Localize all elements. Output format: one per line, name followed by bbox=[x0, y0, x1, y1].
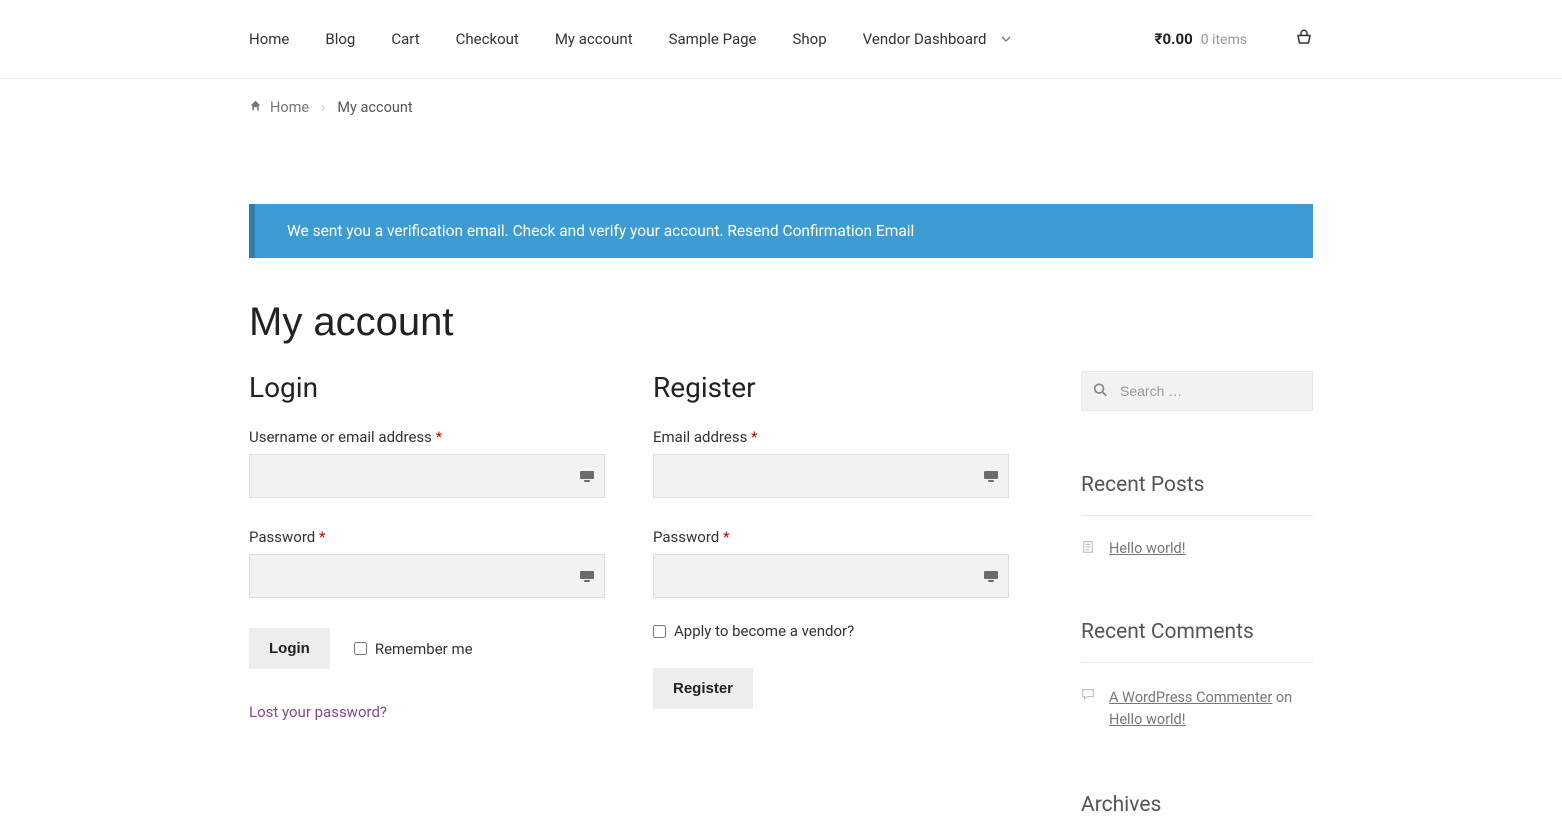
nav-blog[interactable]: Blog bbox=[325, 30, 355, 48]
cart-item-count: 0 items bbox=[1201, 32, 1247, 48]
register-button[interactable]: Register bbox=[653, 668, 753, 709]
page-title: My account bbox=[249, 300, 1313, 345]
nav-shop[interactable]: Shop bbox=[793, 30, 827, 48]
archives-title: Archives bbox=[1081, 793, 1313, 825]
breadcrumb-home[interactable]: Home bbox=[249, 99, 309, 116]
remember-me[interactable]: Remember me bbox=[354, 640, 473, 658]
primary-nav: Home Blog Cart Checkout My account Sampl… bbox=[249, 0, 1313, 78]
register-email-label: Email address * bbox=[653, 428, 1009, 446]
search-input[interactable] bbox=[1081, 371, 1313, 411]
info-notice: We sent you a verification email. Check … bbox=[249, 204, 1313, 258]
search-icon bbox=[1093, 382, 1107, 401]
apply-vendor-checkbox[interactable] bbox=[653, 625, 666, 638]
nav-checkout[interactable]: Checkout bbox=[456, 30, 519, 48]
comment-author-link[interactable]: A WordPress Commenter bbox=[1109, 689, 1272, 706]
comment-post-link[interactable]: Hello world! bbox=[1109, 711, 1185, 728]
login-heading: Login bbox=[249, 371, 605, 404]
recent-comment-item: A WordPress Commenter on Hello world! bbox=[1081, 687, 1313, 731]
breadcrumb-separator: › bbox=[321, 99, 325, 116]
register-email-input[interactable] bbox=[653, 454, 1009, 498]
nav-my-account[interactable]: My account bbox=[555, 30, 633, 48]
chevron-down-icon bbox=[1001, 34, 1011, 44]
lost-password-link[interactable]: Lost your password? bbox=[249, 703, 605, 721]
recent-post-item: Hello world! bbox=[1081, 540, 1313, 558]
comment-icon bbox=[1081, 687, 1095, 705]
recent-posts-title: Recent Posts bbox=[1081, 473, 1313, 516]
login-password-input[interactable] bbox=[249, 554, 605, 598]
login-button[interactable]: Login bbox=[249, 628, 330, 669]
register-heading: Register bbox=[653, 371, 1009, 404]
sidebar: Recent Posts Hello world! Recent Comment… bbox=[1081, 371, 1313, 825]
document-icon bbox=[1081, 540, 1095, 558]
recent-comments-title: Recent Comments bbox=[1081, 620, 1313, 663]
login-username-label: Username or email address * bbox=[249, 428, 605, 446]
apply-vendor-label: Apply to become a vendor? bbox=[674, 622, 854, 640]
login-form: Login Username or email address * Passwo… bbox=[249, 371, 605, 825]
register-password-label: Password * bbox=[653, 528, 1009, 546]
nav-cart[interactable]: Cart bbox=[391, 30, 419, 48]
cart-price: ₹0.00 bbox=[1155, 30, 1193, 48]
remember-me-label: Remember me bbox=[375, 640, 473, 658]
login-username-input[interactable] bbox=[249, 454, 605, 498]
nav-vendor-dashboard-label: Vendor Dashboard bbox=[863, 30, 987, 48]
cart-summary[interactable]: ₹0.00 0 items bbox=[1155, 30, 1247, 48]
comment-on-text: on bbox=[1272, 689, 1292, 706]
search-widget bbox=[1081, 371, 1313, 411]
basket-icon[interactable] bbox=[1295, 28, 1313, 50]
nav-sample-page[interactable]: Sample Page bbox=[669, 30, 757, 48]
register-form: Register Email address * Password * bbox=[653, 371, 1009, 825]
login-password-label: Password * bbox=[249, 528, 605, 546]
resend-confirmation-link[interactable]: Resend Confirmation Email bbox=[727, 222, 914, 240]
recent-post-link[interactable]: Hello world! bbox=[1109, 540, 1185, 557]
breadcrumb-home-label: Home bbox=[270, 99, 309, 116]
notice-text: We sent you a verification email. Check … bbox=[287, 222, 727, 240]
nav-vendor-dashboard[interactable]: Vendor Dashboard bbox=[863, 30, 1011, 48]
breadcrumb-current: My account bbox=[337, 99, 412, 116]
register-password-input[interactable] bbox=[653, 554, 1009, 598]
nav-home[interactable]: Home bbox=[249, 30, 289, 48]
remember-me-checkbox[interactable] bbox=[354, 642, 367, 655]
home-icon bbox=[249, 99, 262, 116]
apply-vendor[interactable]: Apply to become a vendor? bbox=[653, 622, 1009, 640]
breadcrumb: Home › My account bbox=[249, 79, 1313, 116]
